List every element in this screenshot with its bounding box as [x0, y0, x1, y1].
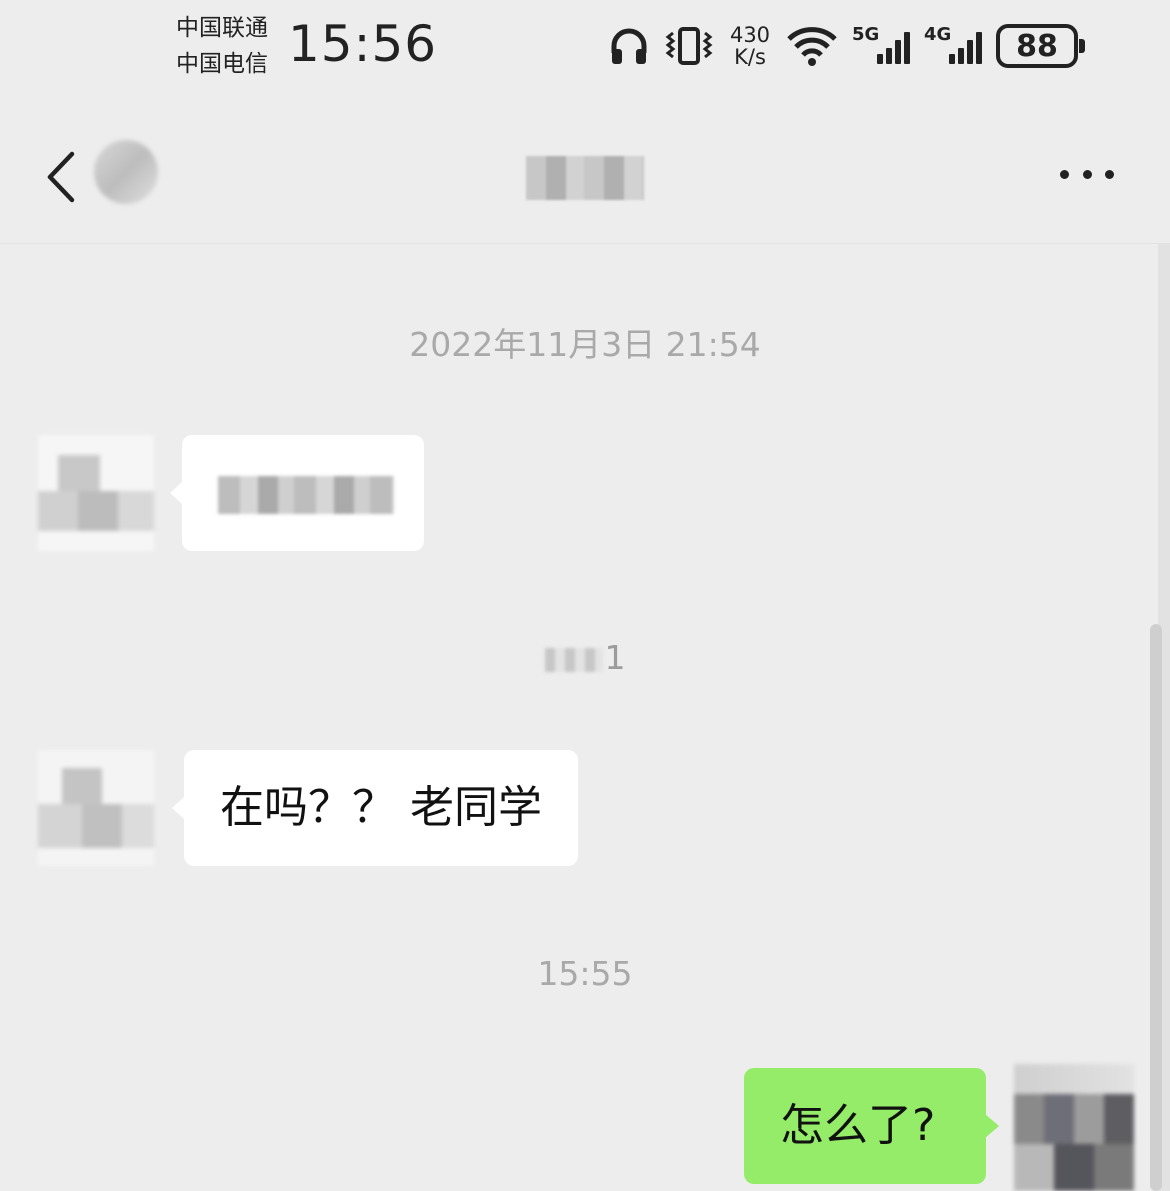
signal-5g-label: 5G [852, 24, 880, 45]
signal-icon [949, 32, 982, 64]
signal-4g: 4G [924, 24, 982, 68]
signal-4g-label: 4G [924, 24, 952, 45]
chevron-left-icon [47, 151, 75, 203]
network-speed-unit: K/s [734, 45, 766, 69]
message-text: 怎么了? [780, 1100, 936, 1151]
network-speed: 430 K/s [728, 24, 772, 68]
status-clock: 15:56 [288, 15, 438, 73]
wifi-icon [787, 27, 837, 66]
status-bar: 中国联通 中国电信 15:56 430 K/s 5G 4G 88 [0, 0, 1170, 92]
carrier-2: 中国电信 [176, 51, 268, 77]
timestamp-suffix: 1 [604, 638, 626, 677]
more-dots-icon[interactable] [1052, 154, 1122, 194]
signal-5g: 5G [852, 24, 910, 68]
unread-count-badge [94, 140, 158, 204]
message-bubble-outgoing[interactable]: 怎么了? [744, 1068, 999, 1184]
chat-title [526, 156, 644, 200]
vibrate-icon [665, 27, 713, 65]
my-avatar[interactable] [1014, 1064, 1134, 1191]
status-icons: 430 K/s 5G 4G 88 [608, 18, 1085, 74]
chat-header [0, 92, 1170, 244]
message-timestamp: 15:55 [537, 954, 633, 993]
message-timestamp: 2022年11月3日 21:54 [409, 325, 761, 364]
message-text: 在吗？？ 老同学 [220, 782, 542, 833]
avatar[interactable] [38, 750, 154, 866]
carrier-info: 中国联通 中国电信 [176, 10, 268, 82]
message-bubble[interactable]: 在吗？？ 老同学 [172, 750, 578, 866]
message-bubble[interactable] [170, 435, 424, 551]
battery-icon: 88 [996, 24, 1085, 68]
masked-time [544, 647, 603, 672]
avatar[interactable] [38, 435, 154, 551]
carrier-1: 中国联通 [176, 15, 268, 41]
blurred-message-text [218, 476, 394, 514]
signal-icon [877, 32, 910, 64]
scrollbar[interactable] [1150, 624, 1162, 1191]
back-button[interactable] [36, 140, 96, 210]
message-timestamp: 1 [0, 638, 1170, 677]
network-speed-value: 430 [729, 23, 771, 47]
battery-level: 88 [1016, 28, 1058, 64]
headphones-icon [611, 28, 647, 64]
